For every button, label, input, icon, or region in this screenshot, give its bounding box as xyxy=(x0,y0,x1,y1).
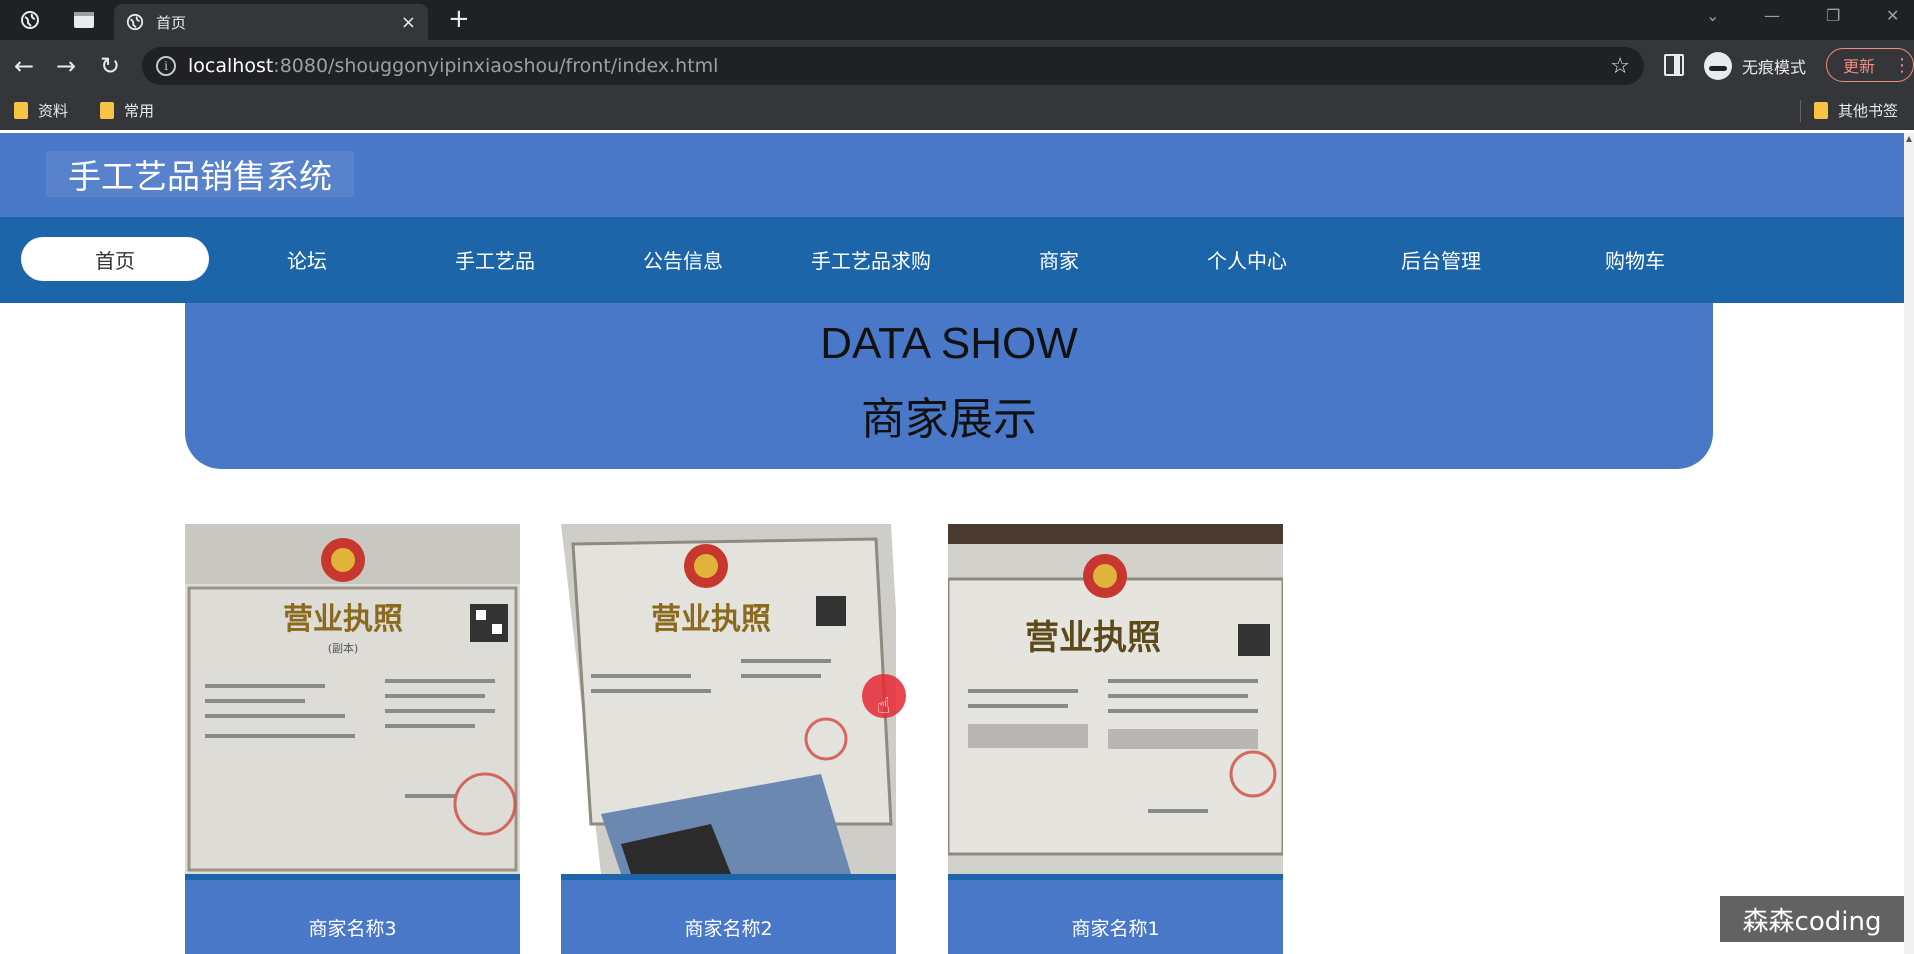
video-watermark: 森森coding xyxy=(1720,896,1904,942)
nav-merchants[interactable]: 商家 xyxy=(965,237,1153,281)
card-divider xyxy=(948,874,1283,880)
active-tab[interactable]: 首页 × xyxy=(114,4,428,40)
address-bar[interactable]: i localhost:8080/shouggonyipinxiaoshou/f… xyxy=(142,47,1644,85)
business-license-image: 营业执照 xyxy=(561,524,896,874)
globe-icon[interactable] xyxy=(16,7,44,33)
section-banner: DATA SHOW 商家展示 xyxy=(185,303,1713,469)
nav-purchase-requests[interactable]: 手工艺品求购 xyxy=(777,237,965,281)
folder-icon xyxy=(100,102,114,119)
new-tab-button[interactable]: + xyxy=(448,4,470,34)
nav-personal-center[interactable]: 个人中心 xyxy=(1153,237,1341,281)
site-info-icon[interactable]: i xyxy=(156,56,176,76)
incognito-indicator[interactable]: 无痕模式 xyxy=(1704,52,1806,80)
menu-dots-icon[interactable]: ⋮ xyxy=(1893,55,1911,76)
banner-title-en: DATA SHOW xyxy=(820,319,1078,368)
forward-arrow-icon[interactable]: → xyxy=(52,52,80,80)
business-license-image: 营业执照 xyxy=(948,524,1283,874)
card-divider xyxy=(185,874,520,880)
url-host: localhost xyxy=(188,55,274,77)
tab-globe-icon xyxy=(126,13,144,31)
tab-list-chevron-icon[interactable]: ⌄ xyxy=(1706,6,1719,25)
folder-icon xyxy=(14,102,28,119)
bookmarks-bar: 资料 常用 其他书签 xyxy=(0,92,1914,130)
nav-announcements[interactable]: 公告信息 xyxy=(589,237,777,281)
update-label: 更新 xyxy=(1843,57,1876,76)
license-title: 营业执照 xyxy=(283,602,403,637)
license-title: 营业执照 xyxy=(651,602,771,637)
bookmark-label: 资料 xyxy=(38,102,69,120)
banner-title-zh: 商家展示 xyxy=(861,394,1037,445)
merchant-card[interactable]: 营业执照 商家名称2 xyxy=(561,524,896,954)
card-divider xyxy=(561,874,896,880)
bookmark-star-icon[interactable]: ☆ xyxy=(1610,54,1630,79)
browser-toolbar: ← → ↻ i localhost:8080/shouggonyipinxiao… xyxy=(0,40,1914,92)
nav-handicrafts[interactable]: 手工艺品 xyxy=(401,237,589,281)
other-bookmarks[interactable]: 其他书签 xyxy=(1814,100,1898,121)
merchant-name: 商家名称3 xyxy=(308,918,397,940)
merchant-name: 商家名称1 xyxy=(1071,918,1160,940)
side-panel-icon[interactable] xyxy=(1664,54,1684,76)
scroll-up-icon[interactable] xyxy=(1906,136,1912,142)
merchant-name: 商家名称2 xyxy=(684,918,773,940)
back-arrow-icon[interactable]: ← xyxy=(10,52,38,80)
incognito-icon xyxy=(1704,52,1732,80)
nav-forum[interactable]: 论坛 xyxy=(213,237,401,281)
folder-icon xyxy=(1814,102,1828,119)
other-bookmarks-label: 其他书签 xyxy=(1838,102,1899,120)
bookmark-folder[interactable]: 常用 xyxy=(100,100,154,121)
merchant-card[interactable]: 营业执照 (副本) 商家名称3 xyxy=(185,524,520,954)
site-title[interactable]: 手工艺品销售系统 xyxy=(46,151,354,197)
restore-icon[interactable]: ❐ xyxy=(1826,6,1840,25)
nav-cart[interactable]: 购物车 xyxy=(1541,237,1729,281)
merchant-card[interactable]: 营业执照 商家名称1 xyxy=(948,524,1283,954)
bookmark-label: 常用 xyxy=(124,102,155,120)
tab-title: 首页 xyxy=(156,13,187,32)
tab-close-icon[interactable]: × xyxy=(401,12,416,33)
bookmark-divider xyxy=(1800,100,1801,122)
browser-titlebar: 首页 × + ⌄ — ❐ ✕ xyxy=(0,0,1914,40)
license-subtitle: (副本) xyxy=(328,641,359,655)
url-path: :8080/shouggonyipinxiaoshou/front/index.… xyxy=(273,55,719,77)
nav-admin[interactable]: 后台管理 xyxy=(1347,237,1535,281)
update-button[interactable]: 更新 ⋮ xyxy=(1826,48,1914,82)
minimize-icon[interactable]: — xyxy=(1764,6,1780,25)
business-license-image: 营业执照 (副本) xyxy=(185,524,520,874)
page-scrollbar[interactable] xyxy=(1904,133,1914,954)
close-window-icon[interactable]: ✕ xyxy=(1886,6,1899,25)
main-nav: 首页 论坛 手工艺品 公告信息 手工艺品求购 商家 个人中心 后台管理 购物车 xyxy=(0,217,1904,303)
incognito-label: 无痕模式 xyxy=(1742,58,1807,77)
site-header: 手工艺品销售系统 xyxy=(0,133,1904,217)
bookmark-folder[interactable]: 资料 xyxy=(14,100,68,121)
hand-cursor-icon: ☝ xyxy=(877,694,891,719)
nav-home[interactable]: 首页 xyxy=(21,237,209,281)
tab-search-icon[interactable] xyxy=(70,7,98,33)
license-title: 营业执照 xyxy=(1025,618,1161,658)
reload-icon[interactable]: ↻ xyxy=(96,52,124,80)
